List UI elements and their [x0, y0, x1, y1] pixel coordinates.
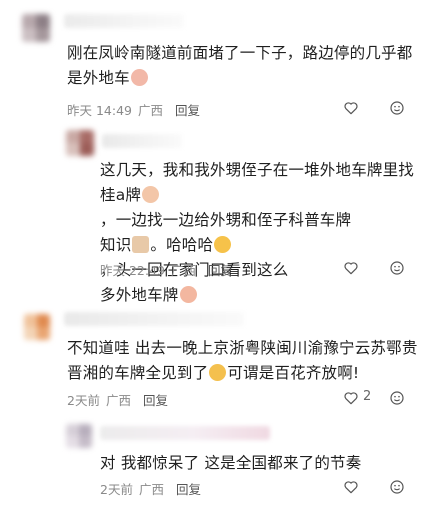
comment-text: 这几天，我和我外甥侄子在一堆外地车牌里找 桂a牌，一边找一边给外甥和侄子科普车牌…: [100, 161, 415, 304]
heart-outline-icon[interactable]: [343, 260, 359, 276]
comment-location: 广西: [138, 103, 164, 118]
reply-button[interactable]: 回复: [143, 393, 168, 408]
smiley-icon[interactable]: [389, 479, 405, 495]
comment-text: 对 我都惊呆了 这是全国都来了的节奏: [100, 454, 362, 472]
reply-button[interactable]: 回复: [176, 482, 201, 497]
heart-outline-icon[interactable]: [343, 100, 359, 116]
username-blurred: [64, 312, 244, 326]
comment-meta: 昨天 22:49 广西 回复: [100, 260, 233, 279]
comment-text: 不知道哇 出去一晚上京浙粤陕闽川渝豫宁云苏鄂贵 晋湘的车牌全见到了 可谓是百花齐放…: [67, 339, 418, 382]
comment-location: 广西: [138, 482, 164, 497]
comment-date: 2天前: [67, 393, 100, 408]
emoji-icon: [142, 186, 160, 203]
emoji-icon: [132, 236, 150, 253]
comment-date: 昨天 14:49: [67, 103, 132, 118]
comment-meta: 昨天 14:49 广西 回复: [67, 100, 200, 119]
comment-location: 广西: [105, 393, 131, 408]
emoji-icon: [130, 69, 148, 86]
comment-date: 2天前: [100, 482, 133, 497]
comment-meta: 2天前 广西 回复: [67, 390, 168, 409]
avatar[interactable]: [66, 130, 94, 156]
smiley-icon[interactable]: [389, 260, 405, 276]
emoji-icon: [214, 236, 232, 253]
username-blurred: [64, 14, 184, 28]
smiley-icon[interactable]: [389, 390, 405, 406]
heart-outline-icon[interactable]: [343, 479, 359, 495]
emoji-icon: [179, 286, 197, 303]
avatar[interactable]: [24, 314, 50, 340]
username-blurred: [100, 426, 270, 440]
reply-button[interactable]: 回复: [208, 263, 233, 278]
avatar[interactable]: [66, 424, 92, 448]
comment-location: 广西: [171, 263, 197, 278]
emoji-icon: [209, 364, 227, 381]
reply-button[interactable]: 回复: [175, 103, 200, 118]
like-count: 2: [363, 389, 372, 404]
smiley-icon[interactable]: [389, 100, 405, 116]
comment-text: 刚在凤岭南隧道前面堵了一下子，路边停的几乎都 是外地车: [67, 44, 413, 87]
comment-date: 昨天 22:49: [100, 263, 165, 278]
comment-meta: 2天前 广西 回复: [100, 479, 201, 498]
avatar[interactable]: [22, 14, 50, 42]
heart-outline-icon[interactable]: [343, 390, 359, 406]
username-blurred: [102, 134, 182, 148]
